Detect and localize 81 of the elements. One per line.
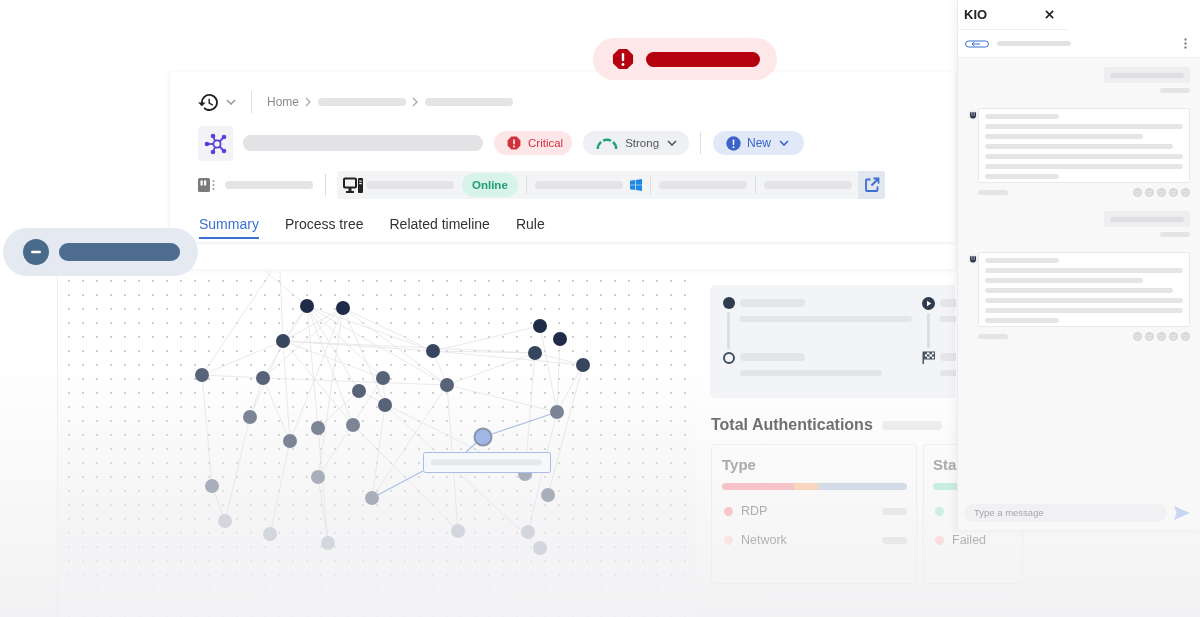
graph-node: [263, 527, 277, 541]
graph-node: [205, 479, 219, 493]
graph-node: [541, 488, 555, 502]
history-icon[interactable]: [198, 93, 218, 111]
chevron-right-icon: [305, 97, 311, 107]
graph-node: [440, 378, 454, 392]
play-icon: [922, 297, 935, 310]
graph-node: [521, 525, 535, 539]
legend-label: Network: [741, 533, 787, 547]
legend-label: RDP: [741, 504, 768, 518]
severity-label: Critical: [528, 137, 564, 149]
chevron-down-icon: [779, 140, 790, 146]
graph-node: [378, 398, 392, 412]
windows-logo-icon: [629, 179, 642, 191]
link-line: [491, 413, 551, 435]
desktop-computer-icon: [343, 176, 363, 194]
chevron-right-icon: [412, 97, 418, 107]
graph-node: [550, 405, 564, 419]
legend-label: Failed: [952, 533, 987, 547]
rating-face-icon[interactable]: [1157, 188, 1166, 197]
chevron-down-icon[interactable]: [226, 99, 236, 105]
graph-node: [426, 344, 440, 358]
message-input[interactable]: Type a message: [964, 503, 1167, 522]
graph-node: [528, 346, 542, 360]
graph-node: [218, 514, 232, 528]
tab[interactable]: Process tree: [284, 211, 364, 239]
status-dropdown[interactable]: New: [713, 131, 805, 155]
filled-circle-icon: [722, 297, 735, 309]
graph-node: [451, 524, 465, 538]
rating-face-icon[interactable]: [1133, 188, 1142, 197]
graph-node: [576, 358, 590, 372]
graph-node: [276, 334, 290, 348]
graph-node: [533, 319, 547, 333]
tab[interactable]: Related timeline: [389, 211, 490, 239]
rating-face-icon[interactable]: [1169, 332, 1178, 341]
status-badge: Online: [462, 173, 518, 197]
graph-node: [533, 541, 547, 555]
graph-node: [300, 299, 314, 313]
rating-face-icon[interactable]: [1181, 188, 1190, 197]
graph-node: [195, 368, 209, 382]
selected-graph-node: [473, 427, 493, 447]
more-options-icon[interactable]: [1184, 38, 1187, 49]
network-icon: [198, 125, 233, 161]
rating-face-icon[interactable]: [1169, 188, 1178, 197]
graph-node: [336, 301, 350, 315]
exclamation-circle-icon: [726, 135, 742, 151]
alert-octagon-icon: [612, 48, 634, 70]
minus-circle-icon[interactable]: [23, 239, 49, 265]
close-icon[interactable]: [1045, 10, 1054, 19]
rating-face-icon[interactable]: [1145, 332, 1154, 341]
graph-node: [243, 410, 257, 424]
open-external-button[interactable]: [858, 171, 885, 199]
confidence-dropdown[interactable]: Strong: [583, 131, 690, 155]
card-title: Type: [722, 456, 757, 474]
gauge-icon: [595, 136, 620, 150]
tab[interactable]: Rule: [515, 211, 545, 239]
rating-face-icon[interactable]: [1133, 332, 1142, 341]
panel-title: KIO: [964, 7, 988, 22]
rating-face-icon[interactable]: [1181, 332, 1190, 341]
card-title: Sta: [933, 456, 958, 474]
section-title: Total Authentications: [711, 416, 873, 434]
graph-node: [256, 371, 270, 385]
chevron-down-icon: [667, 140, 678, 146]
graph-node: [283, 434, 297, 448]
external-link-icon: [863, 177, 880, 193]
send-icon[interactable]: [1174, 505, 1190, 520]
graph-node: [553, 332, 567, 346]
rating-face-icon[interactable]: [1157, 332, 1166, 341]
tab[interactable]: Summary: [199, 211, 259, 239]
checkered-flag-icon: [922, 351, 935, 364]
graph-node: [352, 384, 366, 398]
card-icon: [198, 177, 216, 193]
graph-node: [365, 491, 379, 505]
graph-node: [346, 418, 360, 432]
graph-node: [321, 536, 335, 550]
rating-face-icon[interactable]: [1145, 188, 1154, 197]
alert-octagon-icon: [507, 136, 521, 150]
graph-node: [376, 371, 390, 385]
graph-node: [311, 470, 325, 484]
hollow-circle-icon: [722, 352, 735, 364]
graph-node: [311, 421, 325, 435]
